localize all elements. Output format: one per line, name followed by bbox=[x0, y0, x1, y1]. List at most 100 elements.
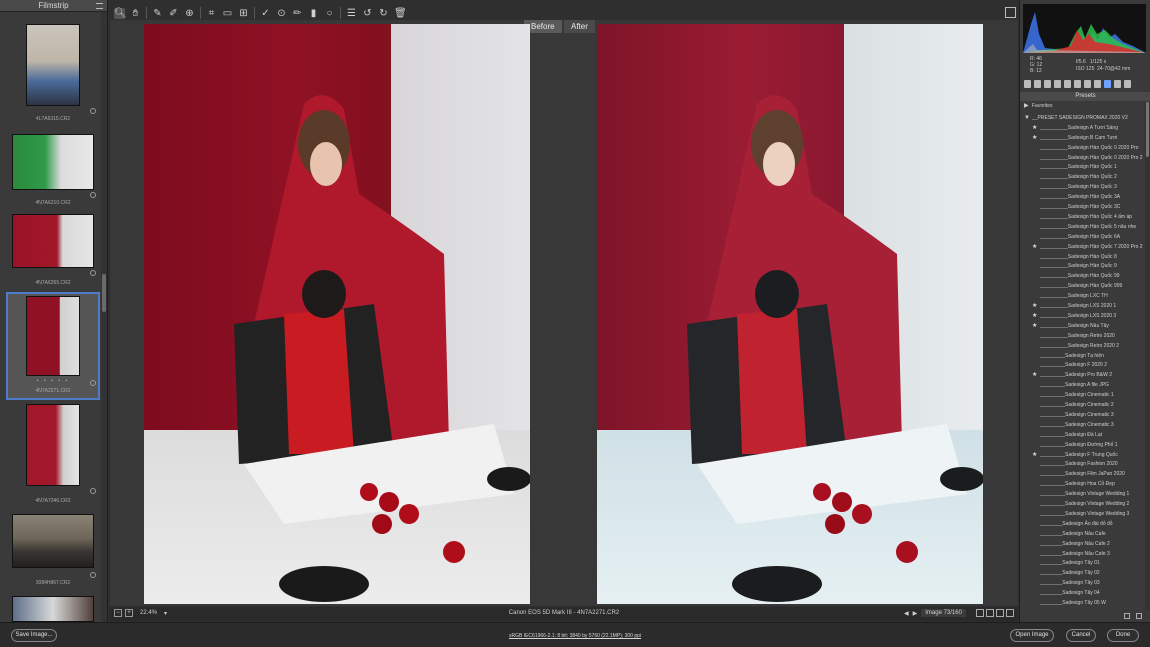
preset-group-sadesign[interactable]: ▼ __PRESET SADESIGN PROMAX 2020 V2 bbox=[1020, 114, 1144, 123]
favorite-star-icon[interactable]: ★ bbox=[1032, 124, 1037, 133]
red-eye-tool-icon[interactable]: ⊙ bbox=[276, 8, 287, 19]
expanded-arrow-icon[interactable]: ▼ bbox=[1024, 114, 1030, 123]
presets-scrollbar[interactable] bbox=[1145, 102, 1150, 610]
preset-item[interactable]: ★ __________Sadesign LXS 2020 3 bbox=[1020, 312, 1144, 321]
next-image-icon[interactable]: ▶ bbox=[913, 610, 918, 617]
open-image-button[interactable]: Open Image bbox=[1010, 629, 1054, 642]
preset-item[interactable]: __________Sadesign Hàn Quốc 99 bbox=[1020, 272, 1144, 281]
transform-tool-icon[interactable]: ⊞ bbox=[238, 8, 249, 19]
graduated-filter-icon[interactable]: ▮ bbox=[308, 8, 319, 19]
preset-item[interactable]: __________Sadesign Hàn Quốc 3A bbox=[1020, 193, 1144, 202]
radial-filter-icon[interactable]: ○ bbox=[324, 8, 335, 19]
preset-item[interactable]: ________Sadesign Tây 02 bbox=[1020, 569, 1144, 578]
workflow-options-link[interactable]: sRGB IEC61966-2.1; 8 bit; 3840 by 5760 (… bbox=[0, 633, 1150, 639]
color-sampler-tool-icon[interactable]: ✐ bbox=[168, 8, 179, 19]
preset-item[interactable]: _________Sadesign Cinematic 3 bbox=[1020, 411, 1144, 420]
swap-settings-icon[interactable] bbox=[986, 609, 994, 617]
preset-item[interactable]: _________Sadesign A file JPG bbox=[1020, 381, 1144, 390]
cancel-button[interactable]: Cancel bbox=[1066, 629, 1096, 642]
preset-item[interactable]: _________Sadesign Đà Lạt bbox=[1020, 431, 1144, 440]
snapshots-icon[interactable] bbox=[1114, 80, 1121, 88]
favorite-star-icon[interactable]: ★ bbox=[1032, 302, 1037, 311]
scrollbar-thumb[interactable] bbox=[102, 274, 106, 312]
favorite-star-icon[interactable]: ★ bbox=[1032, 451, 1037, 460]
before-after-view-icon[interactable] bbox=[976, 609, 984, 617]
favorite-star-icon[interactable]: ★ bbox=[1032, 243, 1037, 252]
adjustment-brush-icon[interactable]: ✏ bbox=[292, 8, 303, 19]
hsl-icon[interactable] bbox=[1054, 80, 1061, 88]
preset-item[interactable]: ★ __________Sadesign A Tươi Sáng bbox=[1020, 124, 1144, 133]
preset-item[interactable]: __________Sadesign Hàn Quốc 2 bbox=[1020, 173, 1144, 182]
scrollbar-thumb[interactable] bbox=[1146, 102, 1149, 157]
preset-item[interactable]: ★ __________Sadesign B Cam Tươi bbox=[1020, 134, 1144, 143]
presets-icon[interactable] bbox=[1104, 80, 1111, 88]
after-tab[interactable]: After bbox=[564, 20, 595, 33]
preset-item[interactable]: __________Sadesign Hàn Quốc 5 nâu nhẹ bbox=[1020, 223, 1144, 232]
preset-item[interactable]: ★ __________Sadesign Hàn Quốc 7 2020 Pro … bbox=[1020, 243, 1144, 252]
preset-item[interactable]: __________Sadesign Hàn Quốc 3C bbox=[1020, 203, 1144, 212]
collapsed-arrow-icon[interactable]: ▶ bbox=[1024, 102, 1029, 111]
preset-item[interactable]: ★ _________Sadesign Pro B&W 2 bbox=[1020, 371, 1144, 380]
hand-tool-icon[interactable]: ✋︎ bbox=[130, 8, 141, 19]
favorite-star-icon[interactable]: ★ bbox=[1032, 312, 1037, 321]
effects-icon[interactable] bbox=[1084, 80, 1091, 88]
toggle-settings-icon[interactable] bbox=[1006, 609, 1014, 617]
preset-item[interactable]: ________Sadesign Nâu Cafe 2 bbox=[1020, 540, 1144, 549]
panel-menu-icon[interactable] bbox=[1124, 80, 1131, 88]
preset-item[interactable]: _________Sadesign Vintage Wedding 2 bbox=[1020, 500, 1144, 509]
detail-icon[interactable] bbox=[1044, 80, 1051, 88]
preset-item[interactable]: _________Sadesign Vintage Wedding 3 bbox=[1020, 510, 1144, 519]
trash-icon[interactable]: 🗑︎ bbox=[394, 8, 407, 19]
preset-item[interactable]: _________Sadesign Cinematic 1 bbox=[1020, 391, 1144, 400]
preset-item[interactable]: ★ __________Sadesign Nâu Tây bbox=[1020, 322, 1144, 331]
favorite-star-icon[interactable]: ★ bbox=[1032, 322, 1037, 331]
camera-calibration-icon[interactable] bbox=[1094, 80, 1101, 88]
preset-item[interactable]: _________Sadesign Cinematic 3 bbox=[1020, 421, 1144, 430]
rotate-left-icon[interactable]: ↺ bbox=[362, 8, 373, 19]
favorite-star-icon[interactable]: ★ bbox=[1032, 134, 1037, 143]
straighten-tool-icon[interactable]: ▭ bbox=[222, 8, 233, 19]
targeted-adjustment-tool-icon[interactable]: ⊕ bbox=[184, 8, 195, 19]
filmstrip-scrollbar[interactable] bbox=[101, 12, 107, 622]
preset-item[interactable]: _________Sadesign Hoa Cỏ Đẹp bbox=[1020, 480, 1144, 489]
done-button[interactable]: Done bbox=[1107, 629, 1139, 642]
preset-item[interactable]: ________Sadesign Ảo đài đỏ đỏ bbox=[1020, 520, 1144, 529]
preferences-icon[interactable]: ☰ bbox=[346, 8, 357, 19]
preset-item[interactable]: __________Sadesign Hàn Quốc 4 ấm áp bbox=[1020, 213, 1144, 222]
preset-item[interactable]: __________Sadesign LXC TH bbox=[1020, 292, 1144, 301]
preset-item[interactable]: _________Sadesign Tạ hiện bbox=[1020, 352, 1144, 361]
copy-settings-icon[interactable] bbox=[996, 609, 1004, 617]
previous-image-icon[interactable]: ◀ bbox=[904, 610, 909, 617]
preset-item[interactable]: __________Sadesign Hàn Quốc 6A bbox=[1020, 233, 1144, 242]
preset-item[interactable]: _________Sadesign Cinematic 2 bbox=[1020, 401, 1144, 410]
preset-item[interactable]: __________Sadesign Hàn Quốc 0 2020 Pro 2 bbox=[1020, 154, 1144, 163]
delete-preset-icon[interactable] bbox=[1136, 613, 1142, 619]
preset-item[interactable]: __________Sadesign Hàn Quốc 1 bbox=[1020, 163, 1144, 172]
filmstrip-menu-icon[interactable] bbox=[96, 3, 103, 9]
preset-item[interactable]: ________Sadesign Nâu Cafe 3 bbox=[1020, 550, 1144, 559]
preset-item[interactable]: ________Sadesign Tây 03 bbox=[1020, 579, 1144, 588]
zoom-tool-icon[interactable]: 🔍︎ bbox=[114, 7, 127, 19]
preset-item[interactable]: __________Sadesign Retro 2020 2 bbox=[1020, 342, 1144, 351]
preset-item[interactable]: _________Sadesign Fashion 2020 bbox=[1020, 460, 1144, 469]
preset-item[interactable]: _________Sadesign Vintage Wedding 1 bbox=[1020, 490, 1144, 499]
favorite-star-icon[interactable]: ★ bbox=[1032, 371, 1037, 380]
preset-item[interactable]: ________Sadesign Tây 05 W bbox=[1020, 599, 1144, 608]
basic-panel-icon[interactable] bbox=[1024, 80, 1031, 88]
preset-item[interactable]: ________Sadesign Tây 01 bbox=[1020, 559, 1144, 568]
crop-tool-icon[interactable]: ⌗ bbox=[206, 8, 217, 19]
before-image[interactable] bbox=[144, 24, 530, 604]
spot-removal-tool-icon[interactable]: ✓ bbox=[260, 8, 271, 19]
new-preset-icon[interactable] bbox=[1124, 613, 1130, 619]
split-toning-icon[interactable] bbox=[1064, 80, 1071, 88]
preset-item[interactable]: ★ _________Sadesign F Trung Quốc bbox=[1020, 451, 1144, 460]
preset-item[interactable]: __________Sadesign Retro 2020 bbox=[1020, 332, 1144, 341]
tone-curve-icon[interactable] bbox=[1034, 80, 1041, 88]
preset-item[interactable]: _________Sadesign Đường Phố 1 bbox=[1020, 441, 1144, 450]
preset-item[interactable]: ________Sadesign Tây 04 bbox=[1020, 589, 1144, 598]
preset-item[interactable]: __________Sadesign Hàn Quốc 8 bbox=[1020, 253, 1144, 262]
rotate-right-icon[interactable]: ↻ bbox=[378, 8, 389, 19]
preset-item[interactable]: __________Sadesign Hàn Quốc 999 bbox=[1020, 282, 1144, 291]
lens-corrections-icon[interactable] bbox=[1074, 80, 1081, 88]
preset-item[interactable]: ________Sadesign Nâu Cafe bbox=[1020, 530, 1144, 539]
